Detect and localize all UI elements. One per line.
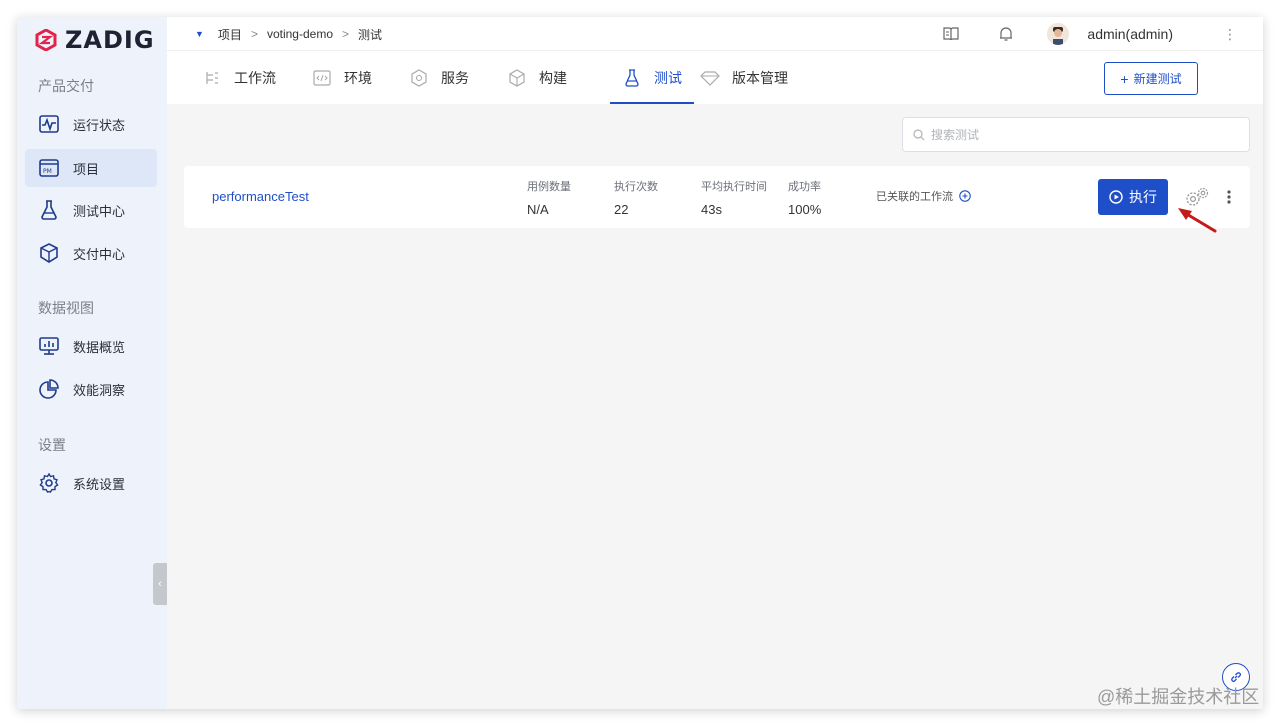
sidebar: ZADIG 产品交付 运行状态 PM 项目 测试中心 交付中心 数据视图 数据概… xyxy=(17,17,167,709)
watermark: @稀土掘金技术社区 xyxy=(1097,687,1260,707)
sidebar-item-label: 交付中心 xyxy=(73,246,126,262)
tab-label: 构建 xyxy=(539,69,567,86)
tab-version-management[interactable]: 版本管理 xyxy=(700,51,788,104)
group-title-delivery: 产品交付 xyxy=(38,78,94,94)
cube-icon xyxy=(507,68,527,88)
service-icon xyxy=(409,68,429,88)
zadig-logo-icon xyxy=(35,29,57,51)
pulse-icon xyxy=(37,112,61,136)
sidebar-item-delivery-center[interactable]: 交付中心 xyxy=(25,234,157,272)
more-vertical-icon[interactable] xyxy=(1222,186,1236,208)
tab-service[interactable]: 服务 xyxy=(409,51,469,104)
stat-avg-duration: 平均执行时间 43s xyxy=(701,178,767,217)
linked-workflows: 已关联的工作流 xyxy=(876,188,972,204)
diamond-icon xyxy=(700,68,720,88)
app-window: ZADIG 产品交付 运行状态 PM 项目 测试中心 交付中心 数据视图 数据概… xyxy=(17,17,1263,709)
stat-label: 执行次数 xyxy=(614,181,658,193)
avatar[interactable] xyxy=(1047,23,1070,45)
tab-label: 测试 xyxy=(654,69,682,86)
bell-icon[interactable] xyxy=(999,26,1013,42)
more-vertical-icon[interactable]: ⋮ xyxy=(1223,26,1237,43)
sidebar-item-label: 效能洞察 xyxy=(73,382,126,398)
breadcrumb-separator: > xyxy=(250,27,258,41)
stat-label: 成功率 xyxy=(788,181,821,193)
tab-test[interactable]: 测试 xyxy=(610,51,694,104)
run-button[interactable]: 执行 xyxy=(1098,179,1168,215)
stat-success-rate: 成功率 100% xyxy=(788,178,821,217)
chevron-left-icon: ‹ xyxy=(158,578,162,590)
sidebar-item-project[interactable]: PM 项目 xyxy=(25,149,157,187)
stat-label: 平均执行时间 xyxy=(701,181,767,193)
sidebar-item-data-overview[interactable]: 数据概览 xyxy=(25,327,157,365)
group-title-data-view: 数据视图 xyxy=(38,300,94,316)
book-icon[interactable] xyxy=(943,27,960,41)
new-test-button-label: 新建测试 xyxy=(1133,72,1182,86)
code-icon xyxy=(312,68,332,88)
workflow-icon xyxy=(202,68,222,88)
flask-icon xyxy=(622,68,642,88)
test-row: performanceTest 用例数量 N/A 执行次数 22 平均执行时间 … xyxy=(184,166,1250,228)
breadcrumb-item-project[interactable]: 项目 xyxy=(218,26,242,43)
linked-workflows-label: 已关联的工作流 xyxy=(876,191,953,203)
sidebar-item-label: 测试中心 xyxy=(73,203,126,219)
new-test-button[interactable]: + 新建测试 xyxy=(1104,62,1198,95)
gear-icon xyxy=(37,471,61,495)
tab-build[interactable]: 构建 xyxy=(507,51,567,104)
play-circle-icon xyxy=(1109,190,1123,204)
tab-label: 版本管理 xyxy=(732,69,788,86)
user-name[interactable]: admin(admin) xyxy=(1087,26,1173,42)
sidebar-item-system-settings[interactable]: 系统设置 xyxy=(25,464,157,502)
group-title-settings: 设置 xyxy=(38,437,66,453)
search-input[interactable] xyxy=(931,127,1231,142)
breadcrumb-item-voting-demo[interactable]: voting-demo xyxy=(267,27,333,41)
add-circle-icon[interactable] xyxy=(959,190,972,203)
tab-bar: 工作流 环境 服务 构建 测试 版本管理 + 新建测试 xyxy=(167,51,1263,104)
sidebar-item-label: 系统设置 xyxy=(73,476,126,492)
brand-name: ZADIG xyxy=(65,26,155,54)
tab-environment[interactable]: 环境 xyxy=(312,51,372,104)
annotation-arrow-icon xyxy=(1178,208,1217,233)
plus-icon: + xyxy=(1120,70,1129,87)
tab-label: 工作流 xyxy=(234,69,276,86)
logo[interactable]: ZADIG xyxy=(35,26,155,54)
breadcrumb-item-test: 测试 xyxy=(358,27,383,42)
stat-value: 100% xyxy=(788,202,822,217)
sidebar-item-label: 数据概览 xyxy=(73,339,126,355)
stat-case-count: 用例数量 N/A xyxy=(527,178,571,217)
flask-icon xyxy=(37,198,61,222)
stat-label: 用例数量 xyxy=(527,181,571,193)
svg-text:PM: PM xyxy=(43,168,52,175)
stat-value: 43s xyxy=(701,202,722,217)
sidebar-item-test-center[interactable]: 测试中心 xyxy=(25,191,157,229)
stat-value: N/A xyxy=(527,202,549,217)
tab-workflow[interactable]: 工作流 xyxy=(202,51,276,104)
sidebar-item-efficiency-insight[interactable]: 效能洞察 xyxy=(25,370,157,408)
package-icon xyxy=(37,241,61,265)
breadcrumb: ▼ 项目 > voting-demo > 测试 xyxy=(195,17,382,51)
tab-label: 服务 xyxy=(441,69,469,86)
run-button-label: 执行 xyxy=(1129,189,1157,205)
monitor-chart-icon xyxy=(37,334,61,358)
test-name-link[interactable]: performanceTest xyxy=(212,189,309,204)
sidebar-item-label: 项目 xyxy=(73,161,100,177)
top-bar: ▼ 项目 > voting-demo > 测试 admin(admin) ⋮ xyxy=(167,17,1263,51)
project-icon: PM xyxy=(37,156,61,180)
search-icon xyxy=(913,128,927,142)
caret-down-icon[interactable]: ▼ xyxy=(195,29,204,39)
search-box xyxy=(902,117,1250,152)
sidebar-item-label: 运行状态 xyxy=(73,117,126,133)
sidebar-collapse-handle[interactable]: ‹ xyxy=(153,563,167,605)
tab-label: 环境 xyxy=(344,69,372,86)
breadcrumb-separator: > xyxy=(342,27,350,41)
top-actions: admin(admin) ⋮ xyxy=(943,17,1263,51)
sidebar-item-run-status[interactable]: 运行状态 xyxy=(25,105,157,143)
stat-value: 22 xyxy=(614,202,629,217)
pie-chart-icon xyxy=(37,377,61,401)
stat-run-count: 执行次数 22 xyxy=(614,178,658,217)
